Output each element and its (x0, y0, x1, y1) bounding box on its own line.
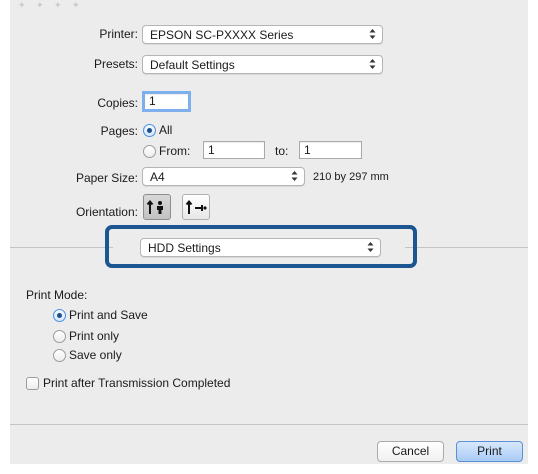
paper-size-value: A4 (150, 170, 165, 184)
save-only-label: Save only (69, 348, 122, 362)
strip-mark-icon: ✦ (54, 0, 62, 10)
copies-value: 1 (149, 94, 156, 108)
pages-from-radio[interactable] (143, 145, 156, 158)
print-and-save-radio[interactable] (53, 309, 66, 322)
landscape-orientation-icon (185, 199, 207, 214)
print-after-transmission-label: Print after Transmission Completed (43, 376, 231, 390)
bottom-divider (10, 424, 528, 425)
print-only-radio[interactable] (53, 330, 66, 343)
print-dialog: ✦ ✦ ✦ ✦ Printer: EPSON SC-PXXXX Series P… (10, 0, 528, 464)
strip-mark-icon: ✦ (18, 0, 26, 10)
paper-size-select[interactable]: A4 (142, 167, 305, 186)
section-divider-left (10, 247, 113, 248)
pages-from-value: 1 (208, 143, 215, 157)
print-and-save-label: Print and Save (69, 308, 148, 322)
print-after-transmission-checkbox[interactable] (26, 377, 39, 390)
updown-arrows-icon (369, 58, 376, 70)
strip-mark-icon: ✦ (36, 0, 44, 10)
portrait-orientation-button[interactable] (143, 194, 171, 220)
pages-to-label: to: (275, 144, 289, 158)
pages-from-label: From: (159, 144, 191, 158)
pages-to-field[interactable]: 1 (299, 141, 362, 159)
pages-from-field[interactable]: 1 (203, 141, 265, 159)
save-only-radio[interactable] (53, 349, 66, 362)
printer-select[interactable]: EPSON SC-PXXXX Series (142, 25, 383, 44)
pages-to-value: 1 (304, 143, 311, 157)
copies-field[interactable]: 1 (142, 91, 191, 112)
pages-label: Pages: (100, 124, 138, 138)
updown-arrows-icon (367, 241, 374, 253)
printer-label: Printer: (99, 27, 138, 41)
pages-all-radio[interactable] (143, 124, 156, 137)
orientation-label: Orientation: (75, 205, 138, 219)
presets-value: Default Settings (150, 58, 235, 72)
title-strip: ✦ ✦ ✦ ✦ (10, 0, 528, 14)
copies-label: Copies: (97, 96, 138, 110)
strip-mark-icon: ✦ (72, 0, 80, 10)
portrait-orientation-icon (146, 199, 163, 214)
pages-all-label: All (159, 123, 173, 137)
presets-select[interactable]: Default Settings (142, 55, 383, 74)
print-only-label: Print only (69, 329, 120, 343)
print-mode-label: Print Mode: (26, 288, 88, 302)
paper-size-dimensions: 210 by 297 mm (313, 171, 389, 183)
updown-arrows-icon (369, 28, 376, 40)
print-button[interactable]: Print (456, 441, 523, 462)
landscape-orientation-button[interactable] (182, 194, 210, 220)
section-menu-value: HDD Settings (148, 241, 221, 255)
updown-arrows-icon (291, 170, 298, 182)
presets-label: Presets: (93, 57, 138, 71)
cancel-button[interactable]: Cancel (377, 441, 444, 462)
printer-value: EPSON SC-PXXXX Series (150, 28, 294, 42)
section-menu-select[interactable]: HDD Settings (140, 238, 381, 257)
paper-size-label: Paper Size: (75, 171, 138, 185)
section-divider-right (405, 247, 528, 248)
